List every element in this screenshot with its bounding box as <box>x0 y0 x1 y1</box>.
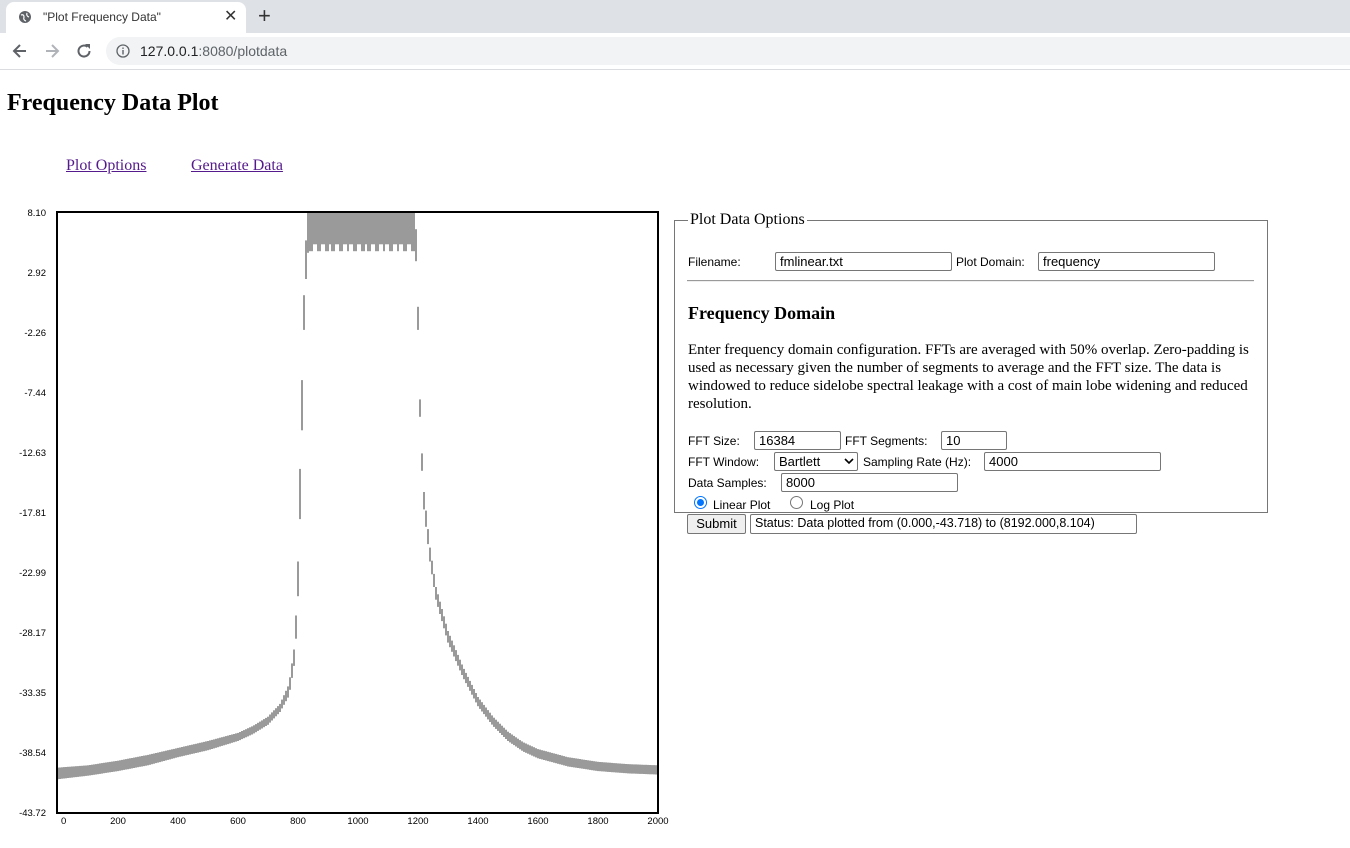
url-text: 127.0.0.1:8080/plotdata <box>140 43 287 59</box>
linear-plot-label: Linear Plot <box>713 498 771 512</box>
y-tick-label: -28.17 <box>19 628 46 639</box>
new-tab-icon[interactable]: + <box>258 4 271 28</box>
options-legend: Plot Data Options <box>690 211 805 228</box>
browser-tab[interactable]: "Plot Frequency Data" ✕ <box>6 2 246 33</box>
x-tick-label: 1000 <box>347 816 368 827</box>
reload-icon[interactable] <box>74 41 94 61</box>
sampling-rate-label: Sampling Rate (Hz): <box>863 455 972 469</box>
plot-domain-field[interactable]: frequency <box>1038 252 1215 271</box>
submit-button[interactable]: Submit <box>687 514 746 534</box>
sampling-rate-field[interactable]: 4000 <box>984 452 1161 471</box>
y-tick-label: -33.35 <box>19 688 46 699</box>
x-tick-label: 800 <box>290 816 306 827</box>
y-tick-label: -12.63 <box>19 448 46 459</box>
section-heading: Frequency Domain <box>688 303 836 323</box>
filename-label: Filename: <box>688 255 741 269</box>
x-tick-label: 1800 <box>587 816 608 827</box>
x-tick-label: 1200 <box>407 816 428 827</box>
y-tick-label: -17.81 <box>19 508 46 519</box>
y-tick-label: -38.54 <box>19 748 46 759</box>
page-title: Frequency Data Plot <box>7 90 219 116</box>
tab-title: "Plot Frequency Data" <box>43 10 161 24</box>
x-tick-label: 2000 <box>647 816 668 827</box>
log-plot-radio[interactable] <box>790 496 803 509</box>
x-tick-label: 400 <box>170 816 186 827</box>
frequency-description: Enter frequency domain configuration. FF… <box>688 342 1249 412</box>
close-tab-icon[interactable]: ✕ <box>224 9 237 25</box>
info-icon[interactable] <box>116 44 130 61</box>
fft-size-field[interactable]: 16384 <box>754 431 841 450</box>
address-bar[interactable]: 127.0.0.1:8080/plotdata <box>106 37 1350 65</box>
back-icon[interactable] <box>10 41 30 61</box>
x-tick-label: 0 <box>61 816 66 827</box>
y-tick-label: -43.72 <box>19 808 46 819</box>
generate-data-link[interactable]: Generate Data <box>191 157 283 175</box>
x-tick-label: 1600 <box>527 816 548 827</box>
fft-segments-label: FFT Segments: <box>845 434 928 448</box>
fft-window-select[interactable]: Bartlett <box>774 452 858 471</box>
plot-frame <box>56 211 659 814</box>
x-tick-label: 1400 <box>467 816 488 827</box>
browser-toolbar: 127.0.0.1:8080/plotdata <box>0 33 1350 70</box>
y-tick-label: 2.92 <box>28 268 47 279</box>
fft-segments-field[interactable]: 10 <box>941 431 1007 450</box>
plot-domain-label: Plot Domain: <box>956 255 1025 269</box>
y-tick-label: -2.26 <box>24 328 46 339</box>
filename-field[interactable]: fmlinear.txt <box>775 252 952 271</box>
forward-icon[interactable] <box>42 41 62 61</box>
data-samples-field[interactable]: 8000 <box>781 473 958 492</box>
fft-window-selected: Bartlett <box>779 454 821 469</box>
x-tick-label: 200 <box>110 816 126 827</box>
log-plot-label: Log Plot <box>810 498 855 512</box>
status-field: Status: Data plotted from (0.000,-43.718… <box>750 514 1137 534</box>
plot-data-options: Plot Data Options Filename: fmlinear.txt… <box>674 211 1268 534</box>
y-tick-label: -22.99 <box>19 568 46 579</box>
frequency-plot: 0 200 400 600 800 1000 1200 1400 1600 1800 2000 8.1… <box>19 208 669 827</box>
y-tick-label: 8.10 <box>28 208 47 219</box>
chevron-down-icon <box>844 453 854 472</box>
globe-icon <box>18 10 32 27</box>
url-host: 127.0.0.1 <box>140 43 199 59</box>
plot-options-link[interactable]: Plot Options <box>66 157 146 175</box>
x-tick-label: 600 <box>230 816 246 827</box>
url-path: :8080/plotdata <box>198 43 288 59</box>
tab-strip: "Plot Frequency Data" ✕ + <box>0 0 1350 33</box>
y-tick-label: -7.44 <box>24 388 46 399</box>
fft-size-label: FFT Size: <box>688 434 740 448</box>
fft-window-label: FFT Window: <box>688 455 760 469</box>
data-samples-label: Data Samples: <box>688 476 767 490</box>
linear-plot-radio[interactable] <box>694 496 707 509</box>
section-divider <box>687 280 1254 282</box>
